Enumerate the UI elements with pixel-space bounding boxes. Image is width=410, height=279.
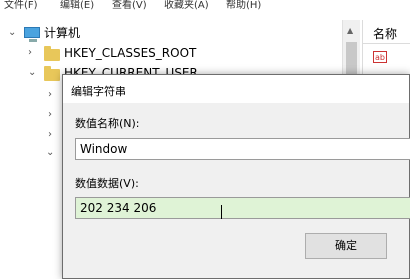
menu-edit[interactable]: 编辑(E)	[60, 0, 94, 12]
dialog-titlebar[interactable]: 编辑字符串	[63, 75, 409, 103]
value-data-label: 数值数据(V):	[75, 177, 139, 190]
ok-button[interactable]: 确定	[305, 233, 387, 259]
dialog-title: 编辑字符串	[71, 85, 126, 98]
tree-item-computer[interactable]: ⌄ 计算机	[0, 26, 340, 46]
computer-icon	[24, 27, 40, 42]
folder-icon	[44, 46, 60, 61]
folder-icon	[44, 66, 60, 81]
tree-item-label: 计算机	[44, 26, 81, 40]
menu-favorites[interactable]: 收藏夹(A)	[164, 0, 209, 12]
chevron-right-icon[interactable]: ›	[48, 108, 52, 122]
chevron-right-icon[interactable]: ›	[48, 128, 52, 142]
column-header-label: 名称	[373, 27, 398, 41]
menu-view[interactable]: 查看(V)	[112, 0, 147, 12]
chevron-right-icon[interactable]: ›	[28, 46, 32, 60]
value-name-label: 数值名称(N):	[75, 117, 140, 130]
chevron-down-icon[interactable]: ⌄	[46, 146, 54, 160]
chevron-right-icon[interactable]: ›	[48, 88, 52, 102]
menu-file[interactable]: 文件(F)	[4, 0, 38, 12]
menu-bar: 文件(F) 编辑(E) 查看(V) 收藏夹(A) 帮助(H)	[0, 0, 410, 20]
value-data-field[interactable]	[75, 197, 410, 219]
tree-item-hkey-classes-root[interactable]: › HKEY_CLASSES_ROOT	[0, 46, 340, 66]
tree-item-label: HKEY_CLASSES_ROOT	[64, 46, 197, 60]
column-header-name[interactable]: 名称	[363, 20, 410, 44]
scroll-up-icon[interactable]: ▲	[347, 26, 353, 35]
menu-help[interactable]: 帮助(H)	[226, 0, 261, 12]
value-name-field[interactable]	[75, 138, 410, 160]
edit-string-dialog: 编辑字符串 数值名称(N): 数值数据(V): 确定	[62, 74, 410, 279]
text-caret	[221, 205, 222, 219]
string-value-icon: ab	[373, 51, 387, 63]
chevron-down-icon[interactable]: ⌄	[28, 66, 36, 80]
chevron-down-icon[interactable]: ⌄	[8, 26, 16, 40]
